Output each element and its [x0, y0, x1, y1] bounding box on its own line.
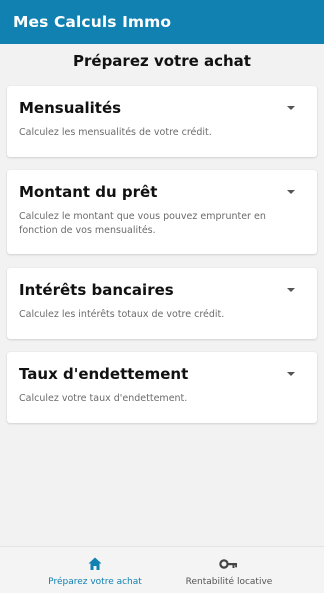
- nav-item-rentabilite-locative[interactable]: Rentabilité locative: [148, 547, 310, 593]
- card-title: Taux d'endettement: [19, 365, 189, 383]
- app-title: Mes Calculs Immo: [13, 13, 172, 31]
- chevron-down-icon[interactable]: [287, 288, 295, 292]
- card-description: Calculez le montant que vous pouvez empr…: [19, 211, 266, 236]
- card-description: Calculez les mensualités de votre crédit…: [19, 127, 212, 138]
- card-interets-bancaires[interactable]: Intérêts bancaires Calculez les intérêts…: [7, 268, 317, 339]
- chevron-down-icon[interactable]: [287, 190, 295, 194]
- card-description: Calculez votre taux d'endettement.: [19, 393, 188, 404]
- card-title: Intérêts bancaires: [19, 281, 174, 299]
- chevron-down-icon[interactable]: [287, 372, 295, 376]
- home-icon: [88, 557, 102, 570]
- app-bar: Mes Calculs Immo: [0, 0, 324, 44]
- page-heading: Préparez votre achat: [73, 52, 251, 70]
- card-title: Mensualités: [19, 99, 122, 117]
- key-icon: [219, 559, 237, 569]
- nav-item-label: Rentabilité locative: [185, 577, 273, 587]
- chevron-down-icon[interactable]: [287, 106, 295, 110]
- card-description: Calculez les intérêts totaux de votre cr…: [19, 309, 225, 320]
- card-mensualites[interactable]: Mensualités Calculez les mensualités de …: [7, 86, 317, 157]
- nav-item-label: Préparez votre achat: [48, 577, 142, 587]
- card-montant-du-pret[interactable]: Montant du prêt Calculez le montant que …: [7, 170, 317, 254]
- card-taux-d-endettement[interactable]: Taux d'endettement Calculez votre taux d…: [7, 352, 317, 423]
- bottom-navigation: Préparez votre achat Rentabilité locativ…: [0, 546, 324, 593]
- card-title: Montant du prêt: [19, 183, 158, 201]
